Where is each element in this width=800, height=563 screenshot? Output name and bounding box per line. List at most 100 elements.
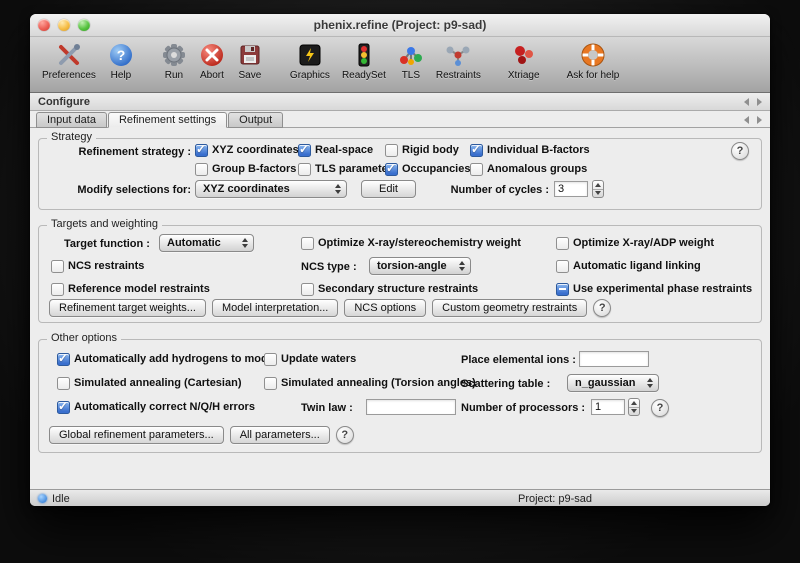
checkbox-simulated-annealing-cartesian[interactable]: Simulated annealing (Cartesian) — [57, 376, 241, 390]
twin-law-input[interactable] — [366, 399, 456, 415]
checkbox-label: Secondary structure restraints — [318, 283, 478, 295]
tab-refinement-settings[interactable]: Refinement settings — [108, 112, 227, 128]
number-of-cycles-stepper[interactable] — [592, 180, 604, 198]
checkbox-occupancies[interactable]: Occupancies — [385, 162, 470, 176]
toolbar-save[interactable]: Save — [231, 41, 269, 81]
readyset-icon — [351, 41, 377, 69]
stepper-up-icon[interactable] — [593, 181, 603, 190]
tls-icon — [398, 41, 424, 69]
modify-selections-label: Modify selections for: — [59, 184, 191, 196]
checkbox-label: Group B-factors — [212, 163, 296, 175]
dropdown-arrows-icon — [242, 238, 248, 248]
checkbox-box — [556, 260, 569, 273]
custom-geometry-restraints-button[interactable]: Custom geometry restraints — [432, 299, 587, 317]
ncs-type-dropdown[interactable]: torsion-angle — [369, 257, 471, 275]
checkbox-group-b-factors[interactable]: Group B-factors — [195, 162, 296, 176]
tab-scroll-right-icon[interactable] — [757, 116, 762, 124]
toolbar-run[interactable]: Run — [155, 41, 193, 81]
tab-scroll-left-icon[interactable] — [744, 116, 749, 124]
checkbox-box — [57, 377, 70, 390]
minimize-button[interactable] — [58, 19, 70, 31]
tab-input-data[interactable]: Input data — [36, 112, 107, 128]
checkbox-xyz-coordinates[interactable]: XYZ coordinates — [195, 143, 299, 157]
twin-law-label: Twin law : — [301, 402, 353, 414]
refinement-strategy-label: Refinement strategy : — [59, 146, 191, 158]
checkbox-tls-parameters[interactable]: TLS parameters — [298, 162, 398, 176]
checkbox-anomalous-groups[interactable]: Anomalous groups — [470, 162, 587, 176]
abort-icon — [199, 41, 225, 69]
number-of-processors-input[interactable] — [591, 399, 625, 415]
global-refinement-parameters-button[interactable]: Global refinement parameters... — [49, 426, 224, 444]
svg-text:?: ? — [117, 47, 126, 63]
toolbar-label: Help — [111, 70, 132, 81]
dropdown-value: Automatic — [167, 237, 237, 249]
checkbox-optimize-xray-adp-weight[interactable]: Optimize X-ray/ADP weight — [556, 236, 714, 250]
checkbox-simulated-annealing-torsion[interactable]: Simulated annealing (Torsion angles) — [264, 376, 476, 390]
checkbox-label: Optimize X-ray/stereochemistry weight — [318, 237, 521, 249]
toolbar-xtriage[interactable]: Xtriage — [502, 41, 546, 81]
zoom-button[interactable] — [78, 19, 90, 31]
checkbox-reference-model-restraints[interactable]: Reference model restraints — [51, 282, 210, 296]
place-elemental-ions-input[interactable] — [579, 351, 649, 367]
toolbar-label: Restraints — [436, 70, 481, 81]
close-button[interactable] — [38, 19, 50, 31]
toolbar-help[interactable]: ? Help — [102, 41, 140, 81]
restraints-icon — [445, 41, 471, 69]
processors-help-button[interactable] — [651, 399, 669, 417]
stepper-down-icon[interactable] — [593, 190, 603, 198]
checkbox-optimize-xray-stereochemistry-weight[interactable]: Optimize X-ray/stereochemistry weight — [301, 236, 521, 250]
toolbar-label: Graphics — [290, 70, 330, 81]
toolbar-graphics[interactable]: Graphics — [284, 41, 336, 81]
tab-output[interactable]: Output — [228, 112, 283, 128]
strategy-help-button[interactable] — [731, 142, 749, 160]
checkbox-add-hydrogens[interactable]: Automatically add hydrogens to model — [57, 352, 277, 366]
checkbox-rigid-body[interactable]: Rigid body — [385, 143, 459, 157]
ncs-options-button[interactable]: NCS options — [344, 299, 426, 317]
toolbar-readyset[interactable]: ReadySet — [336, 41, 392, 81]
scroll-left-icon[interactable] — [744, 98, 749, 106]
dropdown-arrows-icon — [335, 184, 341, 194]
number-of-processors-stepper[interactable] — [628, 398, 640, 416]
tabbar: Input data Refinement settings Output — [30, 111, 770, 128]
toolbar-abort[interactable]: Abort — [193, 41, 231, 81]
checkbox-update-waters[interactable]: Update waters — [264, 352, 356, 366]
tab-label: Output — [239, 114, 272, 126]
checkbox-box — [470, 144, 483, 157]
checkbox-use-experimental-phase-restraints[interactable]: Use experimental phase restraints — [556, 282, 752, 296]
checkbox-correct-nqh-errors[interactable]: Automatically correct N/Q/H errors — [57, 400, 255, 414]
window-title: phenix.refine (Project: p9-sad) — [30, 14, 770, 36]
other-help-button[interactable] — [336, 426, 354, 444]
checkbox-label: Individual B-factors — [487, 144, 590, 156]
checkbox-box — [301, 283, 314, 296]
button-label: Custom geometry restraints — [442, 302, 577, 314]
edit-button[interactable]: Edit — [361, 180, 416, 198]
checkbox-label: Real-space — [315, 144, 373, 156]
target-function-dropdown[interactable]: Automatic — [159, 234, 254, 252]
targets-help-button[interactable] — [593, 299, 611, 317]
checkbox-individual-b-factors[interactable]: Individual B-factors — [470, 143, 590, 157]
number-of-cycles-input[interactable] — [554, 181, 588, 197]
group-title: Other options — [47, 332, 121, 344]
toolbar-restraints[interactable]: Restraints — [430, 41, 487, 81]
model-interpretation-button[interactable]: Model interpretation... — [212, 299, 338, 317]
titlebar[interactable]: phenix.refine (Project: p9-sad) — [30, 14, 770, 37]
checkbox-automatic-ligand-linking[interactable]: Automatic ligand linking — [556, 259, 701, 273]
checkbox-secondary-structure-restraints[interactable]: Secondary structure restraints — [301, 282, 478, 296]
stepper-up-icon[interactable] — [629, 399, 639, 408]
checkbox-ncs-restraints[interactable]: NCS restraints — [51, 259, 144, 273]
checkbox-label: Optimize X-ray/ADP weight — [573, 237, 714, 249]
all-parameters-button[interactable]: All parameters... — [230, 426, 330, 444]
number-of-cycles-label: Number of cycles : — [429, 184, 549, 196]
toolbar-tls[interactable]: TLS — [392, 41, 430, 81]
dropdown-arrows-icon — [647, 378, 653, 388]
stepper-down-icon[interactable] — [629, 408, 639, 416]
modify-selections-dropdown[interactable]: XYZ coordinates — [195, 180, 347, 198]
checkbox-real-space[interactable]: Real-space — [298, 143, 373, 157]
refinement-target-weights-button[interactable]: Refinement target weights... — [49, 299, 206, 317]
scattering-table-dropdown[interactable]: n_gaussian — [567, 374, 659, 392]
scroll-right-icon[interactable] — [757, 98, 762, 106]
toolbar-preferences[interactable]: Preferences — [36, 41, 102, 81]
button-label: Refinement target weights... — [59, 302, 196, 314]
toolbar-ask-for-help[interactable]: Ask for help — [561, 41, 626, 81]
checkbox-label: Automatic ligand linking — [573, 260, 701, 272]
